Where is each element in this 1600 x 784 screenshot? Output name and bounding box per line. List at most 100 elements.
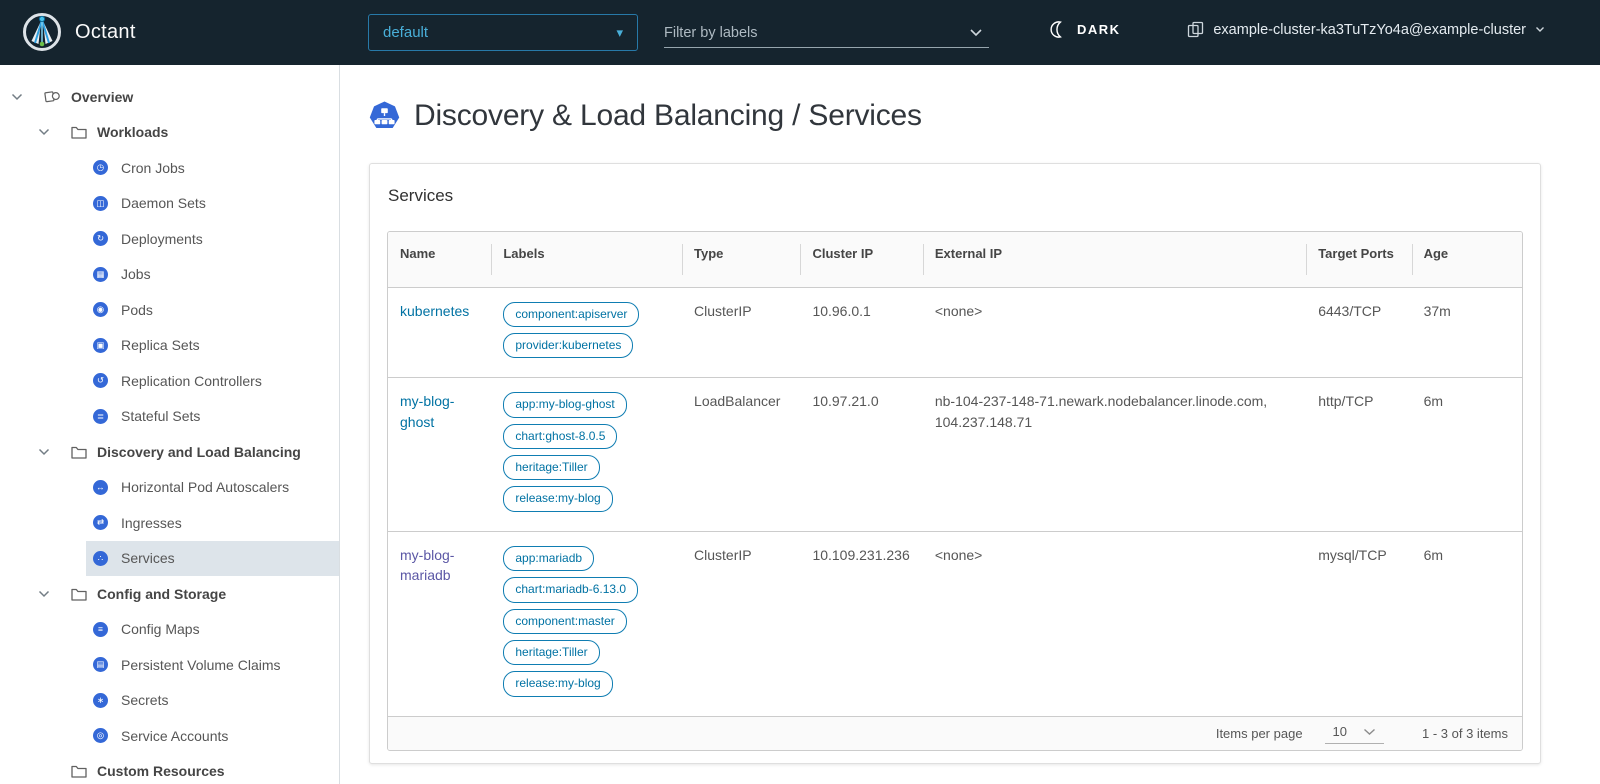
folder-icon: [70, 125, 87, 139]
label-filter: [664, 18, 989, 48]
app-title: Octant: [75, 21, 136, 44]
column-header-target-ports: Target Ports: [1306, 232, 1411, 287]
sidebar-item-label: Replica Sets: [121, 337, 200, 353]
cell-external-ip: <none>: [923, 287, 1306, 378]
column-header-external-ip: External IP: [923, 232, 1306, 287]
app-header: Octant default ▾ DARK example-cluster-ka…: [0, 0, 1600, 65]
sidebar-item-services[interactable]: ∴Services: [0, 541, 339, 577]
cell-cluster-ip: 10.97.21.0: [800, 378, 922, 532]
cron-jobs-icon: ◷: [93, 160, 108, 175]
dark-theme-toggle[interactable]: DARK: [1049, 20, 1121, 39]
sidebar-item-replication-controllers[interactable]: ↺Replication Controllers: [0, 363, 339, 399]
sidebar-item-horizontal-pod-autoscalers[interactable]: ↔Horizontal Pod Autoscalers: [0, 470, 339, 506]
page-title: Discovery & Load Balancing / Services: [414, 99, 922, 133]
sidebar-item-deployments[interactable]: ↻ Deployments: [0, 221, 339, 257]
label-badge: app:my-blog-ghost: [503, 392, 626, 417]
services-card: Services NameLabelsTypeCluster IPExterna…: [369, 163, 1541, 764]
chevron-down-icon[interactable]: [10, 93, 24, 101]
sidebar-item-label: Persistent Volume Claims: [121, 657, 281, 673]
chevron-down-icon[interactable]: [37, 590, 51, 598]
sidebar-item-label: Config Maps: [121, 621, 200, 637]
ingresses-icon: ⇄: [93, 515, 108, 530]
cluster-selector[interactable]: example-cluster-ka3TuTzYo4a@example-clus…: [1187, 21, 1545, 38]
service-accounts-icon: ◎: [93, 728, 108, 743]
sidebar-item-discovery-and-load-balancing[interactable]: Discovery and Load Balancing: [0, 434, 339, 470]
folder-icon: [70, 587, 87, 601]
chevron-down-icon[interactable]: [37, 128, 51, 136]
cell-type: LoadBalancer: [682, 378, 800, 532]
sidebar-item-label: Services: [121, 550, 175, 566]
caret-down-icon: ▾: [616, 25, 623, 41]
sidebar-item-stateful-sets[interactable]: ≣Stateful Sets: [0, 399, 339, 435]
sidebar-item-label: Ingresses: [121, 515, 182, 531]
sidebar-item-config-maps[interactable]: ≡ Config Maps: [0, 612, 339, 648]
cell-labels: component:apiserverprovider:kubernetes: [491, 287, 682, 378]
persistent-volume-claims-icon: ▤: [93, 657, 108, 672]
items-per-page-label: Items per page: [1216, 726, 1303, 741]
cell-cluster-ip: 10.109.231.236: [800, 531, 922, 715]
main-content: Discovery & Load Balancing / Services Se…: [340, 65, 1600, 784]
label-badge: heritage:Tiller: [503, 455, 599, 480]
sidebar-item-persistent-volume-claims[interactable]: ▤ Persistent Volume Claims: [0, 647, 339, 683]
sidebar-item-label: Custom Resources: [97, 763, 225, 779]
sidebar-item-label: Jobs: [121, 266, 151, 282]
sidebar-item-label: Workloads: [97, 124, 168, 140]
cell-target-ports: mysql/TCP: [1306, 531, 1411, 715]
sidebar-item-label: Pods: [121, 302, 153, 318]
discovery-load-balancing-icon: [369, 101, 400, 132]
cell-target-ports: http/TCP: [1306, 378, 1411, 532]
chevron-down-icon[interactable]: [37, 448, 51, 456]
services-datagrid: NameLabelsTypeCluster IPExternal IPTarge…: [387, 231, 1523, 751]
sidebar-item-label: Secrets: [121, 692, 168, 708]
chevron-down-icon[interactable]: [969, 28, 983, 37]
cell-type: ClusterIP: [682, 531, 800, 715]
cell-cluster-ip: 10.96.0.1: [800, 287, 922, 378]
cell-age: 6m: [1412, 378, 1522, 532]
sidebar-item-workloads[interactable]: Workloads: [0, 115, 339, 151]
table-row: my-blog-mariadbapp:mariadbchart:mariadb-…: [388, 531, 1522, 715]
sidebar-item-ingresses[interactable]: ⇄ Ingresses: [0, 505, 339, 541]
sidebar-item-label: Service Accounts: [121, 728, 228, 744]
moon-icon: [1049, 20, 1068, 39]
deployments-icon: ↻: [93, 231, 108, 246]
config-maps-icon: ≡: [93, 622, 108, 637]
replica-sets-icon: ▣: [93, 338, 108, 353]
octant-logo-icon: [22, 12, 62, 52]
sidebar-item-custom-resources[interactable]: Custom Resources: [0, 754, 339, 784]
folder-icon: [70, 764, 87, 778]
service-link[interactable]: my-blog-ghost: [400, 393, 454, 429]
sidebar-item-daemon-sets[interactable]: ◫Daemon Sets: [0, 186, 339, 222]
sidebar-item-cron-jobs[interactable]: ◷Cron Jobs: [0, 150, 339, 186]
service-link[interactable]: kubernetes: [400, 303, 469, 319]
label-filter-input[interactable]: [664, 25, 969, 41]
column-header-cluster-ip: Cluster IP: [800, 232, 922, 287]
daemon-sets-icon: ◫: [93, 196, 108, 211]
namespace-dropdown[interactable]: default ▾: [368, 14, 638, 51]
sidebar-item-secrets[interactable]: ∗Secrets: [0, 683, 339, 719]
cell-name: my-blog-mariadb: [388, 531, 491, 715]
label-badge: app:mariadb: [503, 546, 594, 571]
sidebar-item-replica-sets[interactable]: ▣ Replica Sets: [0, 328, 339, 364]
namespace-value: default: [383, 24, 428, 41]
sidebar-item-service-accounts[interactable]: ◎ Service Accounts: [0, 718, 339, 754]
cluster-icon: [1187, 21, 1204, 38]
column-header-type: Type: [682, 232, 800, 287]
cell-labels: app:my-blog-ghostchart:ghost-8.0.5herita…: [491, 378, 682, 532]
sidebar-item-config-and-storage[interactable]: Config and Storage: [0, 576, 339, 612]
service-link[interactable]: my-blog-mariadb: [400, 547, 454, 583]
sidebar-item-pods[interactable]: ◉Pods: [0, 292, 339, 328]
label-badge: component:apiserver: [503, 302, 639, 327]
sidebar-item-label: Deployments: [121, 231, 203, 247]
sidebar-item-label: Horizontal Pod Autoscalers: [121, 479, 289, 495]
page-header: Discovery & Load Balancing / Services: [369, 99, 1541, 133]
replication-controllers-icon: ↺: [93, 373, 108, 388]
label-badge: release:my-blog: [503, 671, 612, 696]
page-size-select[interactable]: 10: [1325, 722, 1384, 744]
cell-age: 37m: [1412, 287, 1522, 378]
folder-icon: [70, 445, 87, 459]
sidebar-item-overview[interactable]: Overview: [0, 79, 339, 115]
stateful-sets-icon: ≣: [93, 409, 108, 424]
pagination-range: 1 - 3 of 3 items: [1422, 726, 1508, 741]
sidebar-item-jobs[interactable]: ▦Jobs: [0, 257, 339, 293]
cluster-name: example-cluster-ka3TuTzYo4a@example-clus…: [1213, 22, 1526, 38]
